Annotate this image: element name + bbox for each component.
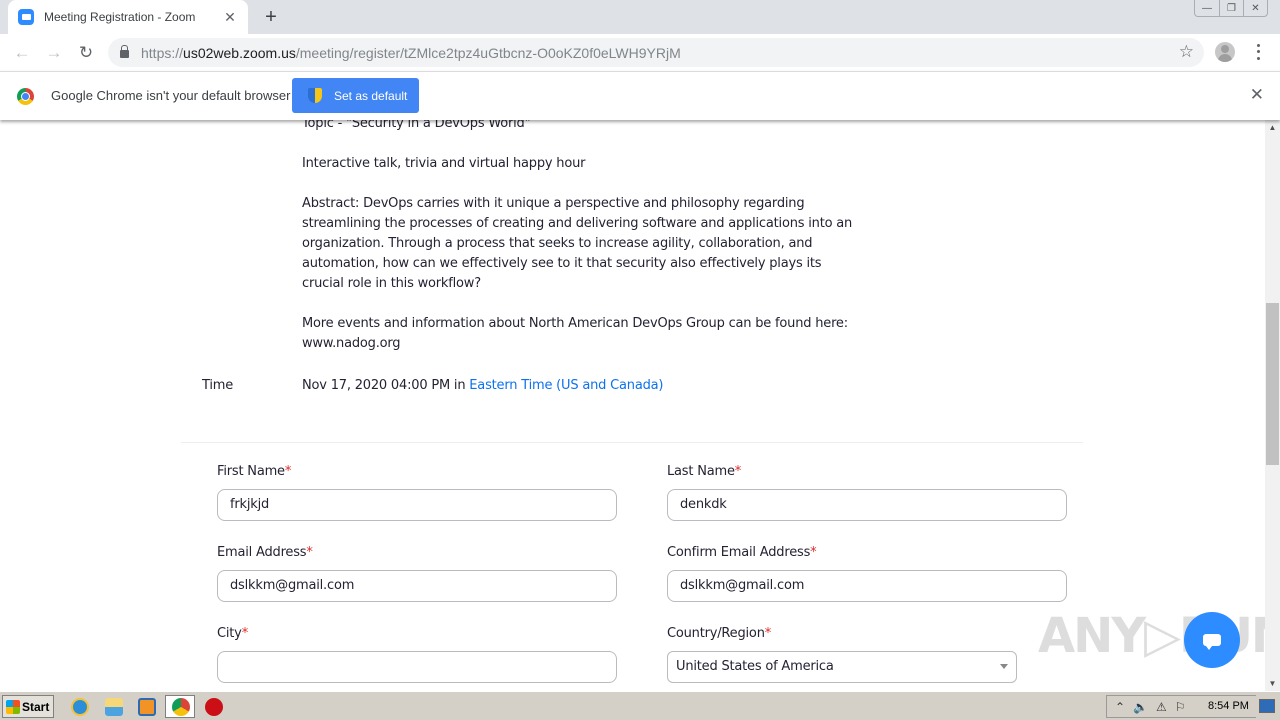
country-selected-value: United States of America [676, 659, 834, 674]
forward-button[interactable]: → [40, 39, 68, 67]
back-button[interactable]: ← [8, 39, 36, 67]
chrome-logo-icon [17, 88, 34, 105]
start-label: Start [22, 699, 50, 714]
profile-avatar-icon[interactable] [1215, 42, 1235, 62]
file-explorer-icon[interactable] [105, 698, 123, 716]
confirm-email-input[interactable]: dslkkm@gmail.com [667, 570, 1067, 602]
network-warning-icon[interactable]: ⚠ [1156, 700, 1167, 714]
show-desktop-button[interactable] [1259, 699, 1275, 713]
meeting-subtitle: Interactive talk, trivia and virtual hap… [302, 156, 586, 171]
required-marker: * [764, 626, 772, 641]
window-controls: — ❐ ✕ [1194, 0, 1268, 17]
required-marker: * [241, 626, 249, 641]
tab-meeting-registration[interactable]: Meeting Registration - Zoom ✕ [8, 0, 248, 34]
required-marker: * [810, 545, 817, 560]
required-marker: * [306, 545, 313, 560]
flag-icon[interactable]: ⚐ [1175, 700, 1186, 714]
lock-icon[interactable] [120, 45, 129, 58]
new-tab-button[interactable]: + [260, 6, 282, 28]
chrome-icon[interactable] [172, 698, 190, 716]
last-name-input[interactable]: denkdk [667, 489, 1067, 521]
confirm-email-label: Confirm Email Address* [667, 545, 817, 560]
email-input[interactable]: dslkkm@gmail.com [217, 570, 617, 602]
url-path: /meeting/register/tZMlce2tpz4uGtbcnz-O0o… [295, 44, 681, 61]
url-host: us02web.zoom.us [183, 44, 296, 61]
chevron-up-icon[interactable]: ⌃ [1115, 700, 1125, 714]
meeting-topic: Topic - "Security in a DevOps World" [302, 120, 531, 131]
meeting-more-info: More events and information about North … [302, 316, 848, 351]
windows-taskbar: Start ⌃ 🔈 ⚠ ⚐ 8:54 PM [0, 691, 1280, 720]
tab-strip: Meeting Registration - Zoom ✕ + — ❐ ✕ [0, 0, 1280, 34]
first-name-label: First Name* [217, 464, 292, 479]
time-label: Time [202, 378, 234, 393]
required-marker: * [284, 464, 292, 479]
country-select[interactable]: United States of America [667, 651, 1017, 683]
address-bar[interactable]: https://us02web.zoom.us/meeting/register… [108, 38, 1204, 67]
required-marker: * [734, 464, 742, 479]
infobar-close-icon[interactable]: ✕ [1250, 85, 1264, 105]
browser-menu-icon[interactable] [1253, 42, 1263, 62]
start-button[interactable]: Start [2, 695, 54, 718]
scroll-thumb[interactable] [1266, 303, 1279, 465]
dropdown-caret-icon [1000, 664, 1008, 669]
set-as-default-button[interactable]: Set as default [292, 78, 419, 113]
speaker-icon[interactable]: 🔈 [1133, 700, 1148, 714]
chat-icon [1203, 634, 1221, 650]
scroll-up-arrow-icon[interactable]: ▲ [1265, 120, 1280, 135]
time-value: Nov 17, 2020 04:00 PM in [302, 378, 470, 393]
first-name-input[interactable]: frkjkjd [217, 489, 617, 521]
chat-support-button[interactable] [1184, 612, 1240, 668]
timezone-link[interactable]: Eastern Time (US and Canada) [469, 378, 663, 393]
default-browser-infobar: Google Chrome isn't your default browser… [0, 71, 1280, 120]
tab-title: Meeting Registration - Zoom [44, 10, 196, 24]
clock[interactable]: 8:54 PM [1208, 700, 1249, 712]
minimize-button[interactable]: — [1195, 0, 1219, 16]
bookmark-star-icon[interactable]: ☆ [1179, 42, 1194, 62]
section-divider [181, 442, 1083, 443]
internet-explorer-icon[interactable] [71, 698, 89, 716]
window-close-button[interactable]: ✕ [1243, 0, 1267, 16]
tab-close-icon[interactable]: ✕ [222, 9, 238, 26]
meeting-abstract: Abstract: DevOps carries with it unique … [302, 196, 853, 291]
page-viewport: Topic - "Security in a DevOps World" Int… [0, 120, 1265, 691]
reload-button[interactable]: ↻ [72, 39, 100, 67]
last-name-label: Last Name* [667, 464, 742, 479]
set-as-default-label: Set as default [334, 88, 408, 103]
uac-shield-icon [308, 88, 322, 103]
windows-logo-icon [6, 699, 20, 714]
zoom-icon [18, 9, 34, 25]
infobar-message: Google Chrome isn't your default browser [51, 88, 291, 103]
scroll-down-arrow-icon[interactable]: ▼ [1265, 676, 1280, 691]
page-scrollbar[interactable]: ▲ ▼ [1265, 120, 1280, 691]
media-player-icon[interactable] [138, 698, 156, 716]
url-scheme: https:// [141, 44, 184, 61]
opera-icon[interactable] [205, 698, 223, 716]
browser-toolbar: ← → ↻ https://us02web.zoom.us/meeting/re… [0, 34, 1280, 71]
url-text: https://us02web.zoom.us/meeting/register… [141, 45, 681, 61]
country-label: Country/Region* [667, 626, 772, 641]
meeting-time: Nov 17, 2020 04:00 PM in Eastern Time (U… [302, 378, 663, 393]
city-label: City* [217, 626, 248, 641]
restore-button[interactable]: ❐ [1219, 0, 1243, 16]
city-input[interactable] [217, 651, 617, 683]
email-label: Email Address* [217, 545, 313, 560]
